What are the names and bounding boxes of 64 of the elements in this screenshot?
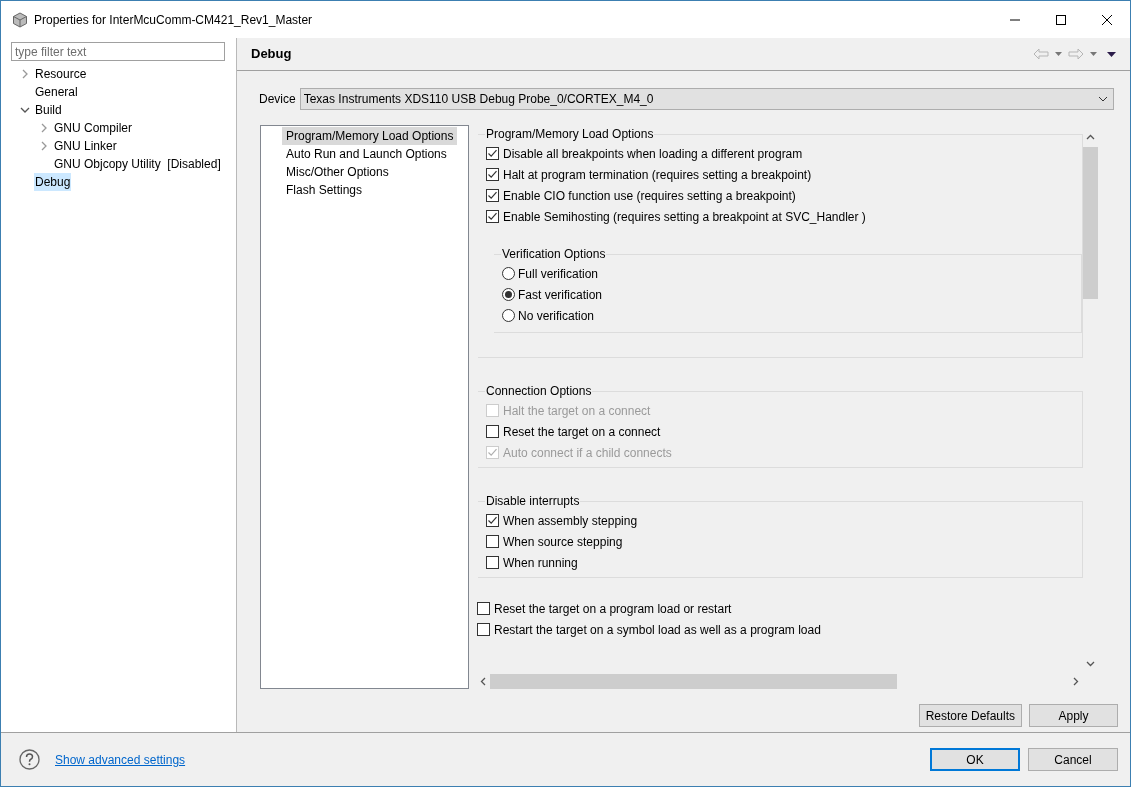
maximize-icon: [1056, 14, 1066, 25]
checkbox-label: Reset the target on a program load or restart: [494, 600, 732, 618]
tree-item[interactable]: GNU Objcopy Utility [Disabled]: [53, 155, 222, 173]
group-title: Program/Memory Load Options: [485, 126, 655, 143]
cancel-button[interactable]: Cancel: [1028, 748, 1118, 771]
checkbox-label: Disable all breakpoints when loading a different program: [503, 145, 803, 163]
device-label: Device: [259, 91, 296, 108]
dropdown-arrow-icon[interactable]: [1055, 52, 1062, 56]
view-menu-icon[interactable]: [1107, 51, 1116, 57]
checkbox-label: Halt the target on a connect: [503, 402, 651, 420]
tree-item[interactable]: GNU Compiler: [53, 119, 133, 137]
checkbox-label: Enable CIO function use (requires setting a breakpoint): [503, 187, 796, 205]
category-item[interactable]: Misc/Other Options: [282, 163, 393, 181]
checkbox[interactable]: [486, 556, 499, 569]
tree-item[interactable]: Debug: [34, 173, 72, 191]
device-dropdown[interactable]: Texas Instruments XDS110 USB Debug Probe_0/CORTEX_M4_0: [299, 88, 1114, 110]
close-icon: [1102, 14, 1112, 25]
chevron-down-icon: [1098, 96, 1108, 102]
checkbox[interactable]: [486, 189, 499, 202]
chevron-down-icon[interactable]: [19, 105, 30, 115]
checkbox[interactable]: [486, 514, 499, 527]
category-item[interactable]: Program/Memory Load Options: [282, 127, 458, 145]
ok-button[interactable]: OK: [930, 748, 1020, 771]
window-title: Properties for InterMcuComm-CM421_Rev1_Master: [34, 11, 313, 29]
scroll-left-icon[interactable]: [479, 677, 487, 686]
tree-item[interactable]: Build: [34, 101, 63, 119]
checkbox-label: When assembly stepping: [503, 512, 638, 530]
checkbox-label: Enable Semihosting (requires setting a breakpoint at SVC_Handler ): [503, 208, 866, 226]
group-title: Disable interrupts: [485, 493, 581, 510]
checkbox-label: When running: [503, 554, 578, 572]
checkbox[interactable]: [486, 425, 499, 438]
dropdown-arrow-icon[interactable]: [1090, 52, 1097, 56]
checkbox[interactable]: [477, 602, 490, 615]
group-title: Connection Options: [485, 383, 593, 400]
category-item[interactable]: Auto Run and Launch Options: [282, 145, 451, 163]
cube-icon: [12, 11, 28, 28]
radio-label: Fast verification: [518, 286, 603, 304]
group-title: Verification Options: [501, 246, 607, 263]
checkbox-label: Restart the target on a symbol load as well as a program load: [494, 621, 821, 639]
help-icon[interactable]: [19, 749, 40, 770]
radio-button[interactable]: [502, 288, 515, 301]
filter-field[interactable]: type filter text: [11, 42, 225, 61]
scroll-right-icon[interactable]: [1072, 677, 1080, 686]
tree-item[interactable]: GNU Linker: [53, 137, 118, 155]
checkbox[interactable]: [486, 210, 499, 223]
checkbox[interactable]: [486, 535, 499, 548]
tree-item[interactable]: Resource: [34, 65, 88, 83]
checkbox-label: Halt at program termination (requires setting a breakpoint): [503, 166, 812, 184]
apply-button[interactable]: Apply: [1029, 704, 1118, 727]
category-item[interactable]: Flash Settings: [282, 181, 367, 199]
tree-item[interactable]: General: [34, 83, 79, 101]
checkbox[interactable]: [486, 168, 499, 181]
checkbox-label: When source stepping: [503, 533, 623, 551]
checkbox[interactable]: [486, 147, 499, 160]
advanced-settings-link[interactable]: Show advanced settings: [55, 750, 186, 769]
radio-label: No verification: [518, 307, 595, 325]
radio-button[interactable]: [502, 267, 515, 280]
restore-defaults-button[interactable]: Restore Defaults: [918, 704, 1022, 727]
checkbox-label: Auto connect if a child connects: [503, 444, 672, 462]
checkbox[interactable]: [477, 623, 490, 636]
radio-label: Full verification: [518, 265, 599, 283]
checkbox-label: Reset the target on a connect: [503, 423, 661, 441]
radio-button[interactable]: [502, 309, 515, 322]
page-title: Debug: [251, 45, 292, 64]
